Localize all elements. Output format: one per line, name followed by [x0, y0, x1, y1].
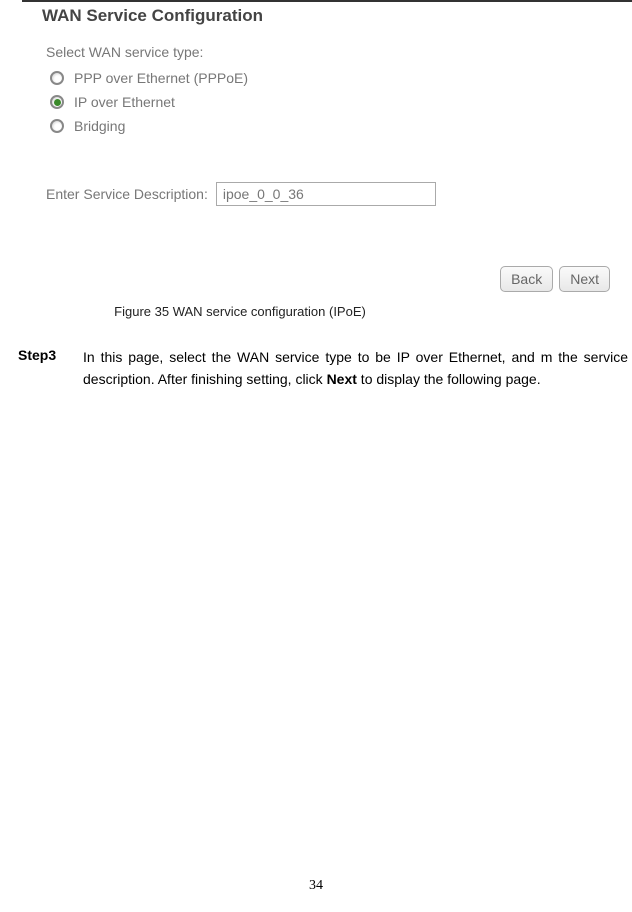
radio-label-ipoe: IP over Ethernet — [74, 94, 175, 110]
step-text: In this page, select the WAN service typ… — [83, 347, 628, 390]
figure-caption: Figure 35 WAN service configuration (IPo… — [50, 304, 430, 319]
page-number: 34 — [0, 878, 632, 894]
service-description-input[interactable] — [216, 182, 436, 206]
select-service-label: Select WAN service type: — [46, 44, 612, 60]
radio-option-pppoe[interactable]: PPP over Ethernet (PPPoE) — [50, 70, 612, 86]
radio-icon[interactable] — [50, 71, 64, 85]
service-description-label: Enter Service Description: — [46, 186, 208, 202]
panel-title: WAN Service Configuration — [42, 6, 612, 26]
radio-option-ipoe[interactable]: IP over Ethernet — [50, 94, 612, 110]
step-text-post: to display the following page. — [357, 371, 541, 387]
service-description-row: Enter Service Description: — [46, 182, 612, 206]
step-label: Step3 — [18, 347, 83, 390]
radio-label-bridging: Bridging — [74, 118, 125, 134]
button-row: Back Next — [42, 266, 612, 292]
radio-label-pppoe: PPP over Ethernet (PPPoE) — [74, 70, 248, 86]
next-button[interactable]: Next — [559, 266, 610, 292]
step-text-bold: Next — [327, 371, 357, 387]
wan-config-panel: WAN Service Configuration Select WAN ser… — [22, 0, 632, 292]
radio-icon[interactable] — [50, 119, 64, 133]
radio-icon[interactable] — [50, 95, 64, 109]
back-button[interactable]: Back — [500, 266, 553, 292]
radio-option-bridging[interactable]: Bridging — [50, 118, 612, 134]
step-section: Step3 In this page, select the WAN servi… — [18, 347, 628, 390]
